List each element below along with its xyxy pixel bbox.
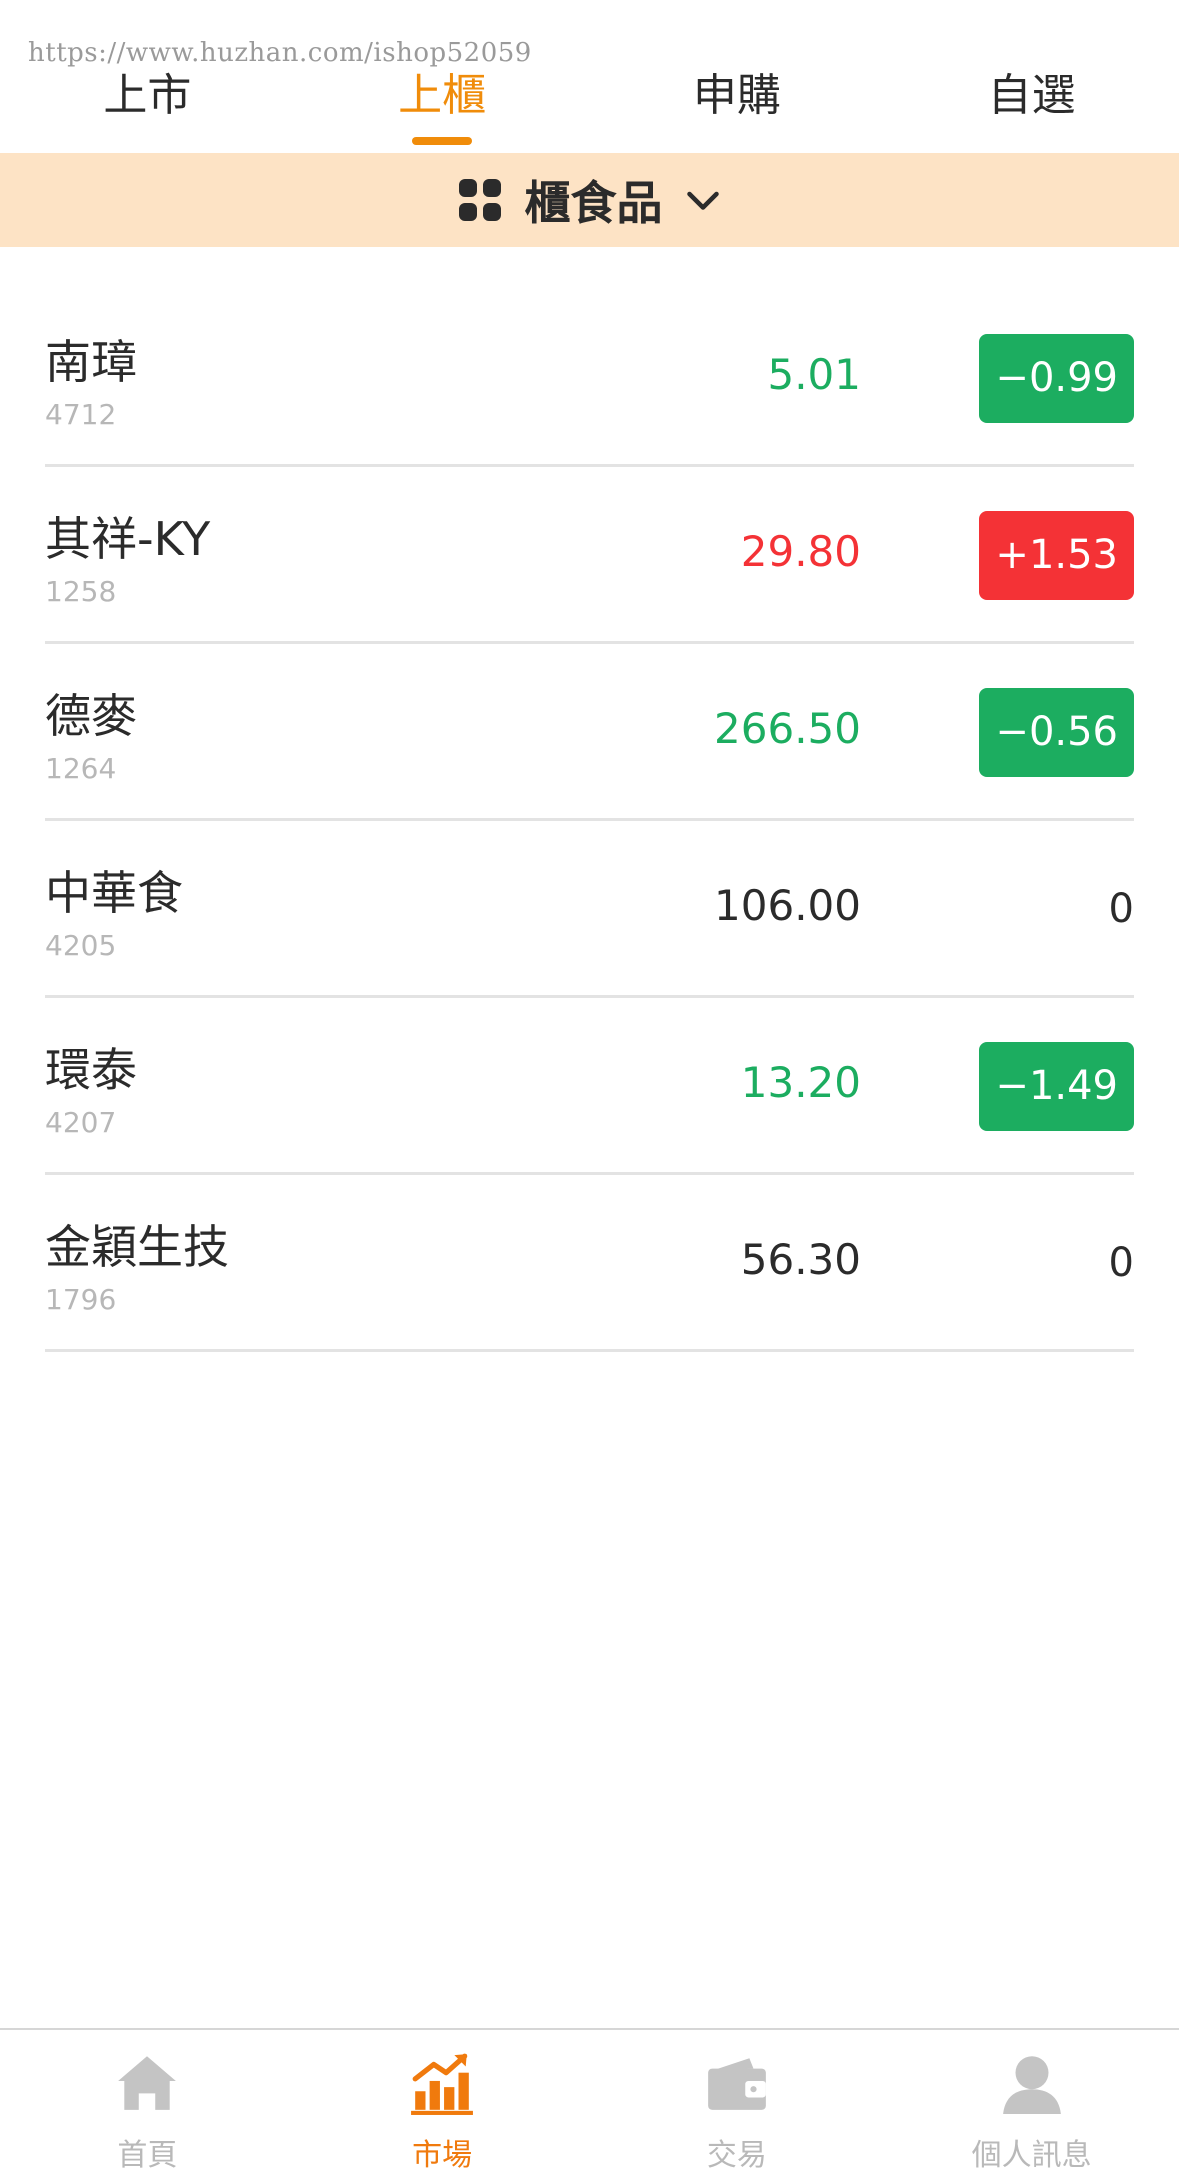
stock-code: 4712 — [45, 398, 117, 431]
stock-change-value: 0 — [1108, 886, 1134, 932]
nav-profile[interactable]: 個人訊息 — [884, 2030, 1179, 2183]
tab-label: 申購 — [692, 69, 781, 121]
stock-change-badge: −0.99 — [979, 334, 1134, 423]
stock-row[interactable]: 其祥-KY 1258 29.80 +1.53 — [45, 467, 1134, 644]
stock-code: 4207 — [45, 1106, 117, 1139]
stock-code: 1258 — [45, 575, 117, 608]
stock-name: 德麥 — [45, 689, 137, 743]
stock-price: 56.30 — [740, 1235, 861, 1284]
stock-change-badge: −1.49 — [979, 1042, 1134, 1131]
nav-home[interactable]: 首頁 — [0, 2030, 295, 2183]
nav-label: 交易 — [706, 2138, 767, 2173]
tab-subscription[interactable]: 申購 — [590, 0, 885, 153]
tab-label: 上市 — [103, 69, 192, 121]
stock-row[interactable]: 環泰 4207 13.20 −1.49 — [45, 998, 1134, 1175]
active-tab-indicator — [412, 137, 473, 145]
stock-row[interactable]: 南璋 4712 5.01 −0.99 — [45, 290, 1134, 467]
market-chart-icon — [411, 2053, 474, 2115]
tab-watchlist[interactable]: 自選 — [884, 0, 1179, 153]
nav-label: 首頁 — [117, 2138, 178, 2173]
tab-listed[interactable]: 上市 — [0, 0, 295, 153]
user-icon — [1002, 2056, 1061, 2114]
stock-name: 其祥-KY — [45, 512, 211, 566]
nav-label: 市場 — [412, 2138, 473, 2173]
bottom-nav: 首頁 市場 交易 個人訊息 — [0, 2028, 1179, 2183]
stock-price: 266.50 — [714, 704, 861, 753]
stock-change-badge: +1.53 — [979, 511, 1134, 600]
stock-price: 106.00 — [714, 881, 861, 930]
stock-name: 環泰 — [45, 1043, 137, 1097]
stock-row[interactable]: 德麥 1264 266.50 −0.56 — [45, 644, 1134, 821]
chevron-down-icon — [686, 191, 719, 210]
wallet-icon — [708, 2058, 766, 2110]
category-selector[interactable]: 櫃食品 — [0, 153, 1179, 247]
stock-price: 29.80 — [740, 527, 861, 576]
nav-market[interactable]: 市場 — [295, 2030, 590, 2183]
stock-change-badge: −0.56 — [979, 688, 1134, 777]
market-tabs: 上市 上櫃 申購 自選 — [0, 0, 1179, 153]
stock-name: 中華食 — [45, 866, 183, 920]
stock-code: 1796 — [45, 1283, 117, 1316]
nav-label: 個人訊息 — [971, 2138, 1092, 2173]
nav-trade[interactable]: 交易 — [590, 2030, 885, 2183]
stock-code: 4205 — [45, 929, 117, 962]
category-label: 櫃食品 — [524, 176, 663, 230]
tab-label: 自選 — [987, 69, 1076, 121]
stock-name: 金穎生技 — [45, 1220, 229, 1274]
stock-price: 13.20 — [740, 1058, 861, 1107]
tab-label: 上櫃 — [398, 69, 487, 121]
grid-icon — [458, 179, 501, 221]
tab-otc[interactable]: 上櫃 — [295, 0, 590, 153]
stock-code: 1264 — [45, 752, 117, 785]
watermark-url: https://www.huzhan.com/ishop52059 — [28, 38, 532, 68]
stock-row[interactable]: 中華食 4205 106.00 0 — [45, 821, 1134, 998]
stock-list: 南璋 4712 5.01 −0.99 其祥-KY 1258 29.80 +1.5… — [45, 290, 1134, 1352]
stock-price: 5.01 — [767, 350, 861, 399]
stock-name: 南璋 — [45, 335, 137, 389]
stock-row[interactable]: 金穎生技 1796 56.30 0 — [45, 1175, 1134, 1352]
stock-change-value: 0 — [1108, 1240, 1134, 1286]
home-icon — [118, 2056, 177, 2110]
